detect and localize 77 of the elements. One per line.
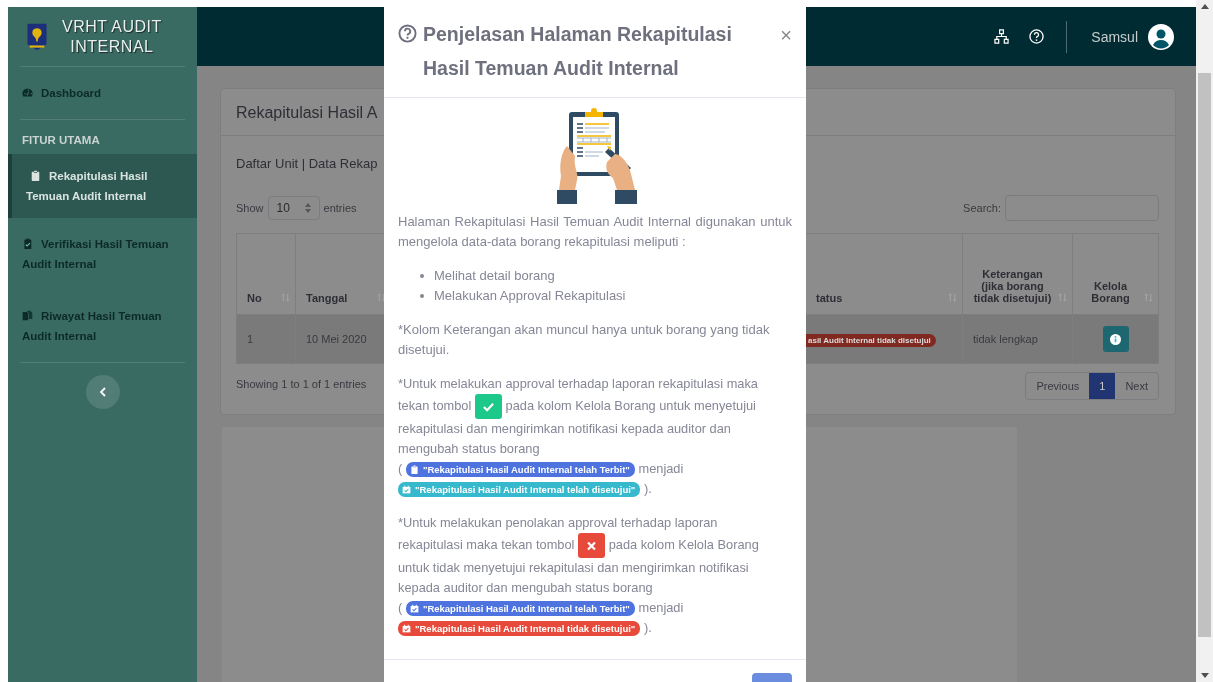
column-header[interactable]: No xyxy=(236,233,296,315)
table-cell: tidak lengkap xyxy=(962,314,1073,364)
sort-caret-icon xyxy=(304,203,311,213)
entries-label: entries xyxy=(323,202,357,214)
entries-select[interactable]: 10 xyxy=(267,196,320,220)
paragraph-text: ( xyxy=(398,600,403,615)
scroll-down-icon[interactable] xyxy=(1200,673,1209,678)
clipboard-check-icon xyxy=(22,238,33,249)
sort-icon xyxy=(1144,293,1153,302)
status-badge: "Rekapitulasi Hasil Audit Internal telah disetujui" xyxy=(398,482,641,497)
brand-title: VRHT AUDIT INTERNAL xyxy=(62,16,162,57)
chevron-left-icon xyxy=(99,387,106,397)
pagination-button[interactable]: 1 xyxy=(1089,373,1116,399)
sidebar-toggle-button[interactable] xyxy=(85,375,120,409)
scrollbar[interactable] xyxy=(1196,0,1213,682)
table-info: Showing 1 to 1 of 1 entries xyxy=(236,378,367,390)
status-badge: "Rekapitulasi Hasil Audit Internal telah Terbit" xyxy=(405,462,635,477)
section-heading: FITUR UTAMA xyxy=(21,133,101,148)
pagination-button[interactable]: Next xyxy=(1115,373,1158,399)
pagination-button[interactable]: Previous xyxy=(1026,373,1090,399)
calendar-check-icon xyxy=(409,604,419,613)
column-header[interactable]: Keterangan (jika borang tidak disetujui) xyxy=(962,233,1073,315)
paragraph-text: *Untuk melakukan penolakan approval terhadap laporan xyxy=(398,515,718,530)
paragraph-text: rekapitulasi dan mengirimkan notifikasi kepada auditor dan xyxy=(398,421,731,436)
table-cell: 1 xyxy=(236,314,296,364)
nav-link[interactable]: Riwayat Hasil Temuan Audit Internal xyxy=(8,290,197,362)
paragraph-text: ). xyxy=(643,620,652,635)
list-item: Melihat detail borang xyxy=(420,266,792,286)
paragraph-text: rekapitulasi maka tekan tombol xyxy=(398,536,575,552)
paragraph-text: pada kolom Kelola Borang untuk menyetujui xyxy=(505,397,756,413)
sort-icon xyxy=(948,293,957,302)
avatar-icon[interactable] xyxy=(1148,23,1174,50)
nav-link[interactable]: Dashboard xyxy=(8,67,197,119)
nav-link[interactable]: Verifikasi Hasil Temuan Audit Internal xyxy=(8,218,197,290)
info-icon xyxy=(1110,333,1121,345)
note-paragraph: *Kolom Keterangan akan muncul hanya untuk borang yang tidak disetujui. xyxy=(398,321,771,359)
help-icon[interactable] xyxy=(1029,29,1045,44)
paragraph-text: pada kolom Kelola Borang xyxy=(608,536,759,552)
close-button[interactable]: × xyxy=(780,25,792,45)
info-button[interactable] xyxy=(1102,326,1129,352)
close-icon xyxy=(586,540,598,551)
dialog-title: Penjelasan Halaman Rekapitulasi Hasil Temuan Audit Internal xyxy=(423,22,733,81)
paragraph-text: untuk tidak menyetujui rekapitulasi dan mengirimkan notifikasi xyxy=(398,560,749,575)
sort-icon xyxy=(377,293,386,302)
help-icon xyxy=(398,24,417,43)
show-label: Show xyxy=(236,202,264,214)
paragraph-text: ). xyxy=(643,481,652,496)
paragraph-text: menjadi xyxy=(638,461,684,476)
paragraph-text: menjadi xyxy=(638,600,684,615)
documents-icon xyxy=(22,310,33,321)
check-icon xyxy=(482,401,494,412)
sort-icon xyxy=(1058,293,1067,302)
paragraph-text: tekan tombol xyxy=(398,397,472,413)
calendar-check-icon xyxy=(402,485,411,494)
sitemap-icon[interactable] xyxy=(994,29,1010,44)
scrollbar-thumb[interactable] xyxy=(1198,73,1211,637)
paragraph-text: *Untuk melakukan approval terhadap laporan rekapitulasi maka xyxy=(398,376,758,391)
nav-link[interactable]: Rekapitulasi Hasil Temuan Audit Internal xyxy=(8,154,197,218)
search-label: Search: xyxy=(963,202,1001,214)
calendar-check-icon xyxy=(402,624,411,633)
paragraph-text: ( xyxy=(398,461,403,476)
scroll-up-icon[interactable] xyxy=(1200,4,1209,9)
user-name[interactable]: Samsul xyxy=(1091,28,1138,45)
intro-paragraph: Halaman Rekapitulasi Hasil Temuan Audit Internal digunakan untuk mengelola data-data borang rekapitulasi meliputi : xyxy=(398,213,792,251)
subtitle: Daftar Unit | Data Rekap xyxy=(236,156,379,171)
status-badge: "Rekapitulasi Hasil Audit Internal tidak disetujui" xyxy=(398,621,641,636)
list-item: Melakukan Approval Rekapitulasi xyxy=(420,286,792,306)
gauge-icon xyxy=(22,87,33,98)
status-badge: "Rekapitulasi Hasil Audit Internal telah Terbit" xyxy=(405,601,635,616)
clipboard-icon xyxy=(30,170,41,181)
emblem-logo xyxy=(26,21,48,52)
column-header[interactable]: Kelola Borang xyxy=(1072,233,1159,315)
paragraph-text: mengubah status borang xyxy=(398,441,540,456)
sort-icon xyxy=(281,293,290,302)
clipboard-icon xyxy=(409,465,419,474)
status-badge: asil Audit Internal tidak disetujui xyxy=(806,334,936,347)
paragraph-text: kepada auditor dan mengubah status borang xyxy=(398,580,653,595)
